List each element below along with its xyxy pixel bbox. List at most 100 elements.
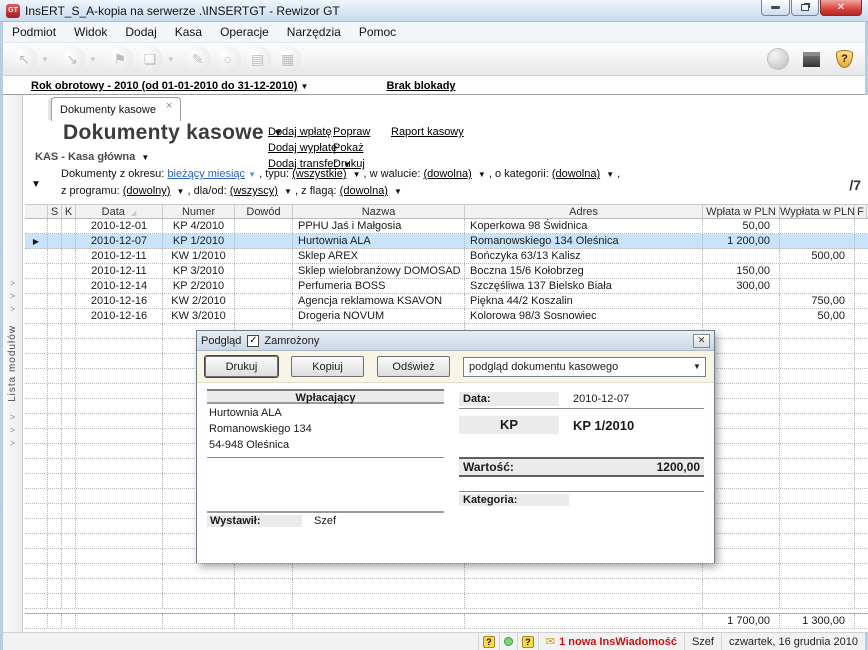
header-adres[interactable]: Adres (465, 205, 703, 218)
notes-icon[interactable]: ▦ (275, 46, 301, 72)
sidebar-modules[interactable]: > > > Lista modułów > > > (3, 95, 23, 632)
chevron-down-icon[interactable]: ▼ (478, 167, 486, 183)
chevron-down-icon[interactable]: ▼ (89, 55, 97, 64)
cell-adres: Kolorowa 98/3 Sosnowiec (465, 309, 703, 323)
cell-wyplata (780, 264, 855, 278)
table-row[interactable]: 2010-12-16 KW 2/2010 Agencja reklamowa K… (25, 294, 868, 309)
help-status-icon[interactable]: ? (478, 633, 499, 650)
show-link[interactable]: Pokaż (333, 142, 364, 154)
new-document-icon[interactable]: ❏ (137, 46, 163, 72)
header-wplata[interactable]: Wpłata w PLN (703, 205, 780, 218)
header-k[interactable]: K (62, 205, 76, 218)
restore-button[interactable] (791, 0, 819, 16)
refresh-button[interactable]: Odśwież (377, 356, 450, 377)
checkmark-icon: ✓ (249, 335, 257, 346)
tab-dokumenty-kasowe[interactable]: Dokumenty kasowe × (51, 97, 181, 121)
chevron-down-icon[interactable]: ▼ (353, 167, 361, 183)
type-filter[interactable]: (wszystkie) (292, 168, 346, 180)
help-status-icon[interactable]: ? (517, 633, 538, 650)
chevron-down-icon[interactable]: ▼ (301, 82, 309, 91)
cell-data: 2010-12-07 (76, 234, 163, 248)
chevron-down-icon[interactable]: ▼ (394, 184, 402, 200)
minimize-button[interactable] (761, 0, 790, 16)
table-row[interactable]: 2010-12-11 KP 3/2010 Sklep wielobranżowy… (25, 264, 868, 279)
category-filter[interactable]: (dowolna) (552, 168, 600, 180)
collapse-filters-icon[interactable]: ▼ (31, 179, 41, 190)
row-marker (25, 579, 48, 593)
globe-icon[interactable] (767, 48, 789, 70)
cell-adres (465, 594, 703, 608)
menu-podmiot[interactable]: Podmiot (3, 22, 65, 42)
header-data[interactable]: Data◢ (76, 205, 163, 218)
header-s[interactable]: S (48, 205, 62, 218)
menu-operacje[interactable]: Operacje (211, 22, 278, 42)
category-label: Kategoria: (459, 494, 569, 506)
help-shield-icon[interactable]: ? (836, 50, 853, 68)
table-row-empty[interactable] (25, 564, 868, 579)
tab-close-icon[interactable]: × (166, 100, 172, 112)
header-wyplata[interactable]: Wypłata w PLN (780, 205, 855, 218)
app-window: GT InsERT_S_A-kopia na serwerze .\INSERT… (0, 0, 868, 650)
flag-tool-icon[interactable]: ⚑ (107, 46, 133, 72)
table-row[interactable]: 2010-12-01 KP 4/2010 PPHU Jaś i Małgosia… (25, 219, 868, 234)
chevron-down-icon[interactable]: ▼ (177, 184, 185, 200)
cell-data (76, 594, 163, 608)
printer-icon[interactable]: ▤ (245, 46, 271, 72)
table-row[interactable]: 2010-12-14 KP 2/2010 Perfumeria BOSS Szc… (25, 279, 868, 294)
cell-f (855, 264, 867, 278)
chevron-down-icon[interactable]: ▼ (167, 55, 175, 64)
program-filter[interactable]: (dowolny) (123, 185, 171, 197)
currency-filter[interactable]: (dowolna) (423, 168, 471, 180)
cursor-tool-icon[interactable]: ↖ (11, 46, 37, 72)
chevron-down-icon[interactable]: ▼ (606, 167, 614, 183)
menu-narzedzia[interactable]: Narzędzia (278, 22, 350, 42)
close-button[interactable]: ✕ (820, 0, 862, 16)
issued-by-label: Wystawił: (207, 515, 302, 527)
page-title[interactable]: Dokumenty kasowe ▼ (63, 121, 283, 145)
table-row[interactable]: 2010-12-16 KW 3/2010 Drogeria NOVUM Kolo… (25, 309, 868, 324)
popup-titlebar[interactable]: Podgląd ✓ Zamrożony ✕ (197, 331, 714, 351)
cash-report-link[interactable]: Raport kasowy (391, 126, 464, 138)
preview-type-select[interactable]: podgląd dokumentu kasowego ▼ (463, 357, 706, 377)
cell-s (48, 429, 62, 443)
table-row[interactable]: ▶ 2010-12-07 KP 1/2010 Hurtownia ALA Rom… (25, 234, 868, 249)
frozen-checkbox[interactable]: ✓ (247, 335, 259, 347)
new-message-cell[interactable]: ✉ 1 nowa InsWiadomość (538, 633, 684, 650)
print-button[interactable]: Drukuj (205, 356, 278, 377)
header-nazwa[interactable]: Nazwa (293, 205, 465, 218)
menu-kasa[interactable]: Kasa (166, 22, 211, 42)
menu-dodaj[interactable]: Dodaj (116, 22, 165, 42)
chevron-down-icon[interactable]: ▼ (248, 170, 256, 179)
cash-register-selector[interactable]: KAS - Kasa główna ▼ (35, 151, 149, 163)
copy-button[interactable]: Kopiuj (291, 356, 364, 377)
send-tool-icon[interactable]: ↘ (59, 46, 85, 72)
header-numer[interactable]: Numer (163, 205, 235, 218)
header-f[interactable]: F (855, 205, 867, 218)
cell-k (62, 444, 76, 458)
contractor-filter[interactable]: (wszyscy) (230, 185, 278, 197)
cell-data (76, 429, 163, 443)
table-row-empty[interactable] (25, 579, 868, 594)
edit-document-icon[interactable]: ✎ (185, 46, 211, 72)
header-dowod[interactable]: Dowód (235, 205, 293, 218)
flag-filter[interactable]: (dowolna) (340, 185, 388, 197)
table-row-empty[interactable] (25, 594, 868, 609)
edit-link[interactable]: Popraw (333, 126, 370, 138)
table-row[interactable]: 2010-12-11 KW 1/2010 Sklep AREX Bończyka… (25, 249, 868, 264)
fiscal-year-link[interactable]: Rok obrotowy - 2010 (od 01-01-2010 do 31… (31, 80, 298, 92)
menu-pomoc[interactable]: Pomoc (350, 22, 405, 42)
cell-f (855, 249, 867, 263)
search-document-icon[interactable]: ○ (215, 46, 241, 72)
add-withdrawal-link[interactable]: Dodaj wypłatę (268, 142, 337, 154)
menu-widok[interactable]: Widok (65, 22, 116, 42)
lock-status-link[interactable]: Brak blokady (386, 80, 455, 92)
add-deposit-link[interactable]: Dodaj wpłatę (268, 126, 332, 138)
cell-wyplata (780, 219, 855, 233)
menu-bar: Podmiot Widok Dodaj Kasa Operacje Narzęd… (3, 22, 865, 43)
period-filter[interactable]: bieżący miesiąc (167, 168, 245, 180)
row-marker (25, 339, 48, 353)
chevron-down-icon[interactable]: ▼ (41, 55, 49, 64)
chevron-down-icon[interactable]: ▼ (284, 184, 292, 200)
cube-icon[interactable] (803, 52, 820, 67)
popup-close-button[interactable]: ✕ (693, 334, 710, 348)
